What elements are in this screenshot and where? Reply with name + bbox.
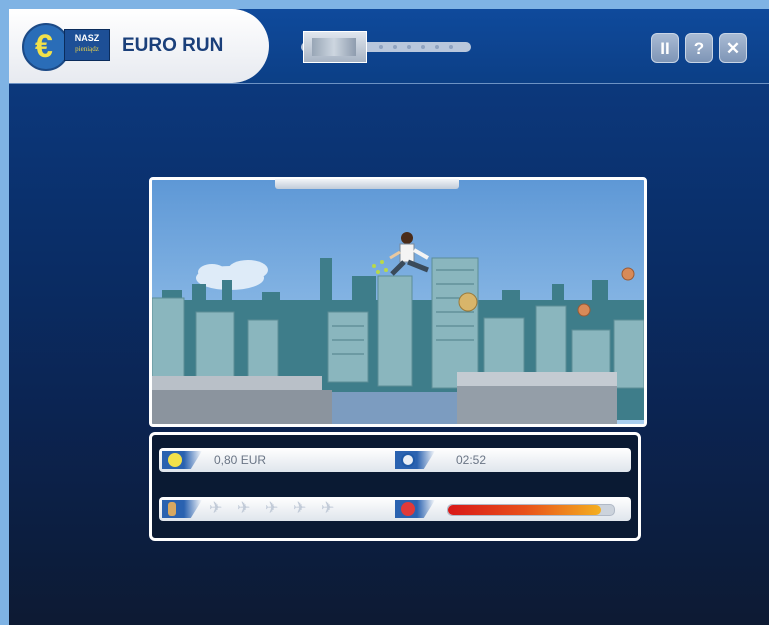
- life-runner-icon: ✈: [293, 500, 307, 517]
- coin: [458, 292, 478, 312]
- brand-logo: NASZ pieniądz: [64, 29, 110, 61]
- level-progress-thumb: [303, 31, 367, 63]
- game-stage[interactable]: [149, 177, 647, 427]
- progress-dot: [393, 45, 397, 49]
- progress-dot: [449, 45, 453, 49]
- street-gap: [332, 392, 457, 424]
- progress-dot: [421, 45, 425, 49]
- progress-dot: [407, 45, 411, 49]
- coin: [621, 267, 635, 281]
- timer-value: 02:52: [456, 453, 487, 467]
- euro-symbol: €: [35, 28, 53, 64]
- hud-row-bottom: ✈ ✈ ✈ ✈ ✈: [159, 497, 631, 521]
- energy-meter: [395, 497, 631, 521]
- rooftop-right-wall: [457, 386, 617, 424]
- euro-coin-icon: [162, 451, 202, 469]
- brand-logo-bottom: pieniądz: [75, 45, 99, 53]
- energy-fill: [448, 505, 601, 515]
- clock-icon: [395, 451, 435, 469]
- game-frame: € NASZ pieniądz EURO RUN II ? ✕ 0,80 EUR…: [9, 9, 769, 625]
- runner-icon: [162, 500, 202, 518]
- progress-dot: [379, 45, 383, 49]
- pause-button[interactable]: II: [651, 33, 679, 63]
- life-runner-icon: ✈: [321, 500, 335, 517]
- logo-panel: € NASZ pieniądz EURO RUN: [9, 9, 269, 83]
- coin: [577, 303, 591, 317]
- life-runner-icon: ✈: [209, 500, 223, 517]
- life-runner-icon: ✈: [265, 500, 279, 517]
- hud-row-top: 0,80 EUR 02:52: [159, 448, 631, 472]
- money-value: 0,80 EUR: [214, 453, 267, 467]
- game-scene: [152, 180, 644, 424]
- rooftop-left: [152, 376, 322, 390]
- energy-track: [447, 504, 615, 516]
- euro-logo-icon: €: [22, 23, 70, 71]
- brand-logo-top: NASZ: [74, 33, 100, 43]
- game-title: EURO RUN: [122, 35, 224, 56]
- help-button[interactable]: ?: [685, 33, 713, 63]
- close-button[interactable]: ✕: [719, 33, 747, 63]
- stage-top-handle: [275, 179, 459, 189]
- rooftop-right: [457, 372, 617, 386]
- hud-panel: 0,80 EUR 02:52 ✈ ✈ ✈ ✈ ✈: [149, 432, 641, 541]
- life-runner-icon: ✈: [237, 500, 251, 517]
- rooftop-left-wall: [152, 390, 332, 424]
- progress-dot: [435, 45, 439, 49]
- top-bar: € NASZ pieniądz EURO RUN II ? ✕: [9, 9, 769, 84]
